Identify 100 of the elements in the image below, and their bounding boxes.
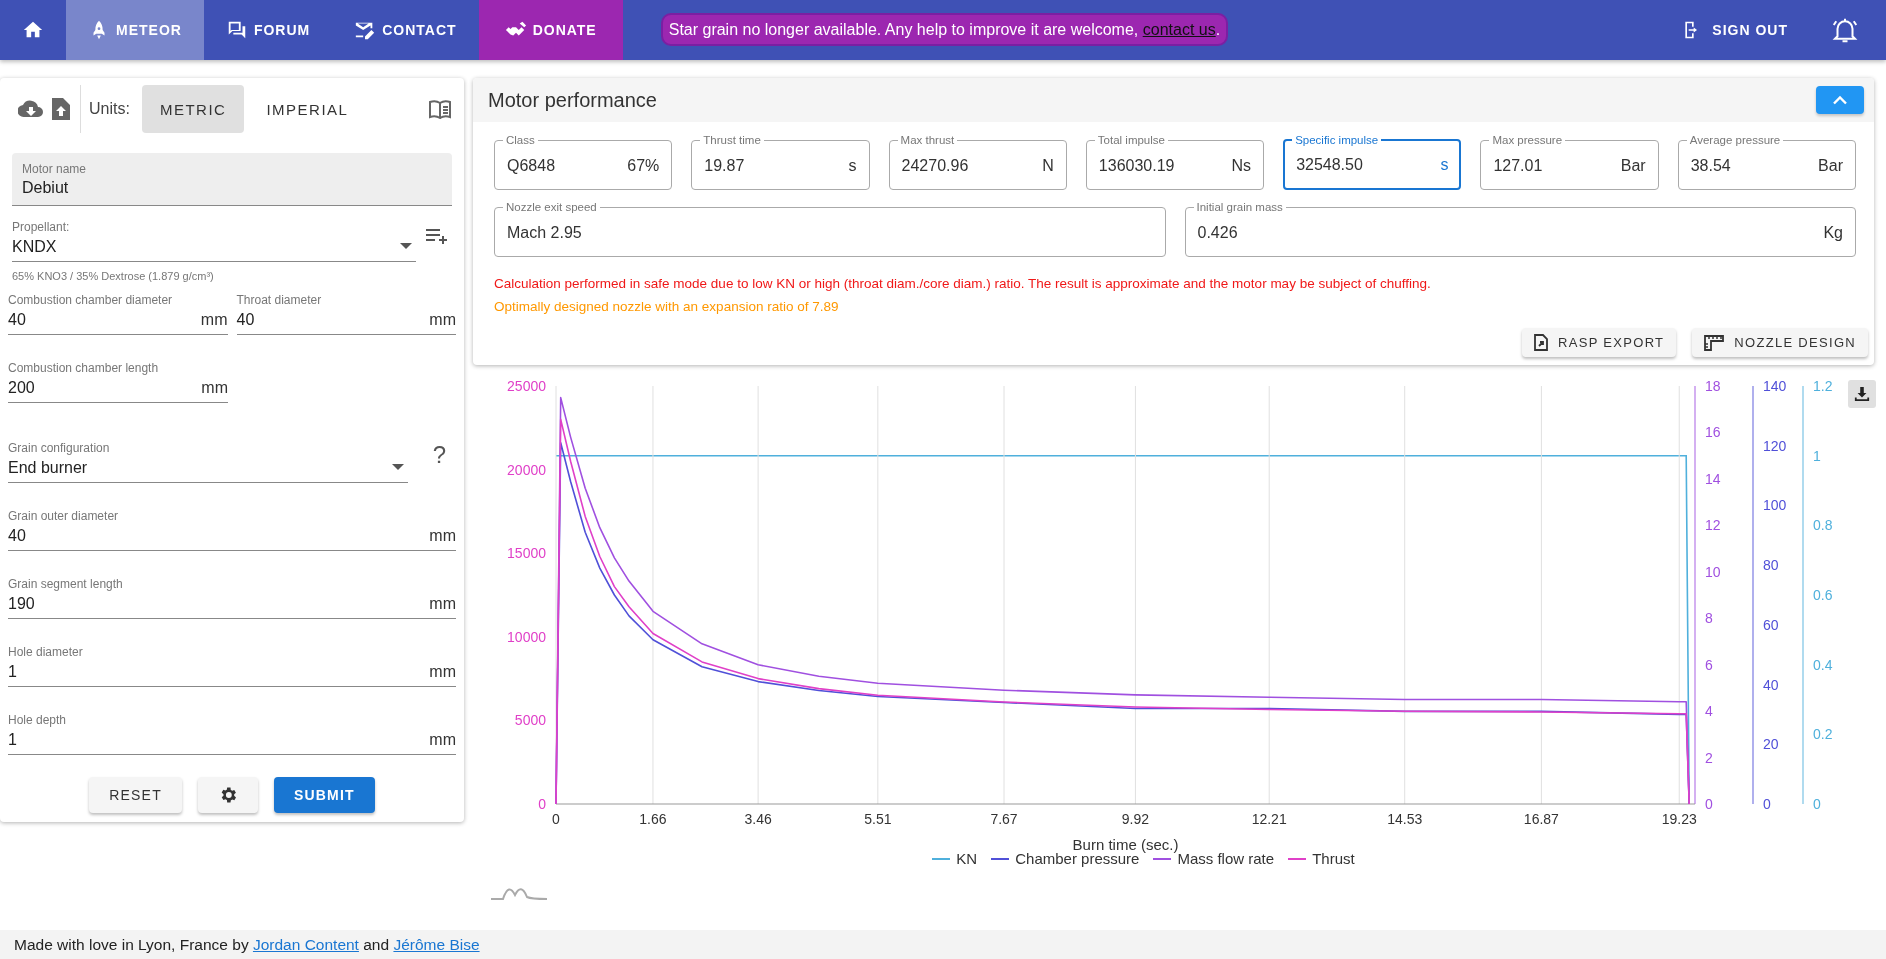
stat-field[interactable]: Average pressure 38.54 Bar <box>1677 134 1856 190</box>
field-value: 136030.19 <box>1098 156 1175 175</box>
help-mark[interactable]: ? <box>432 441 446 473</box>
ruler-icon <box>1704 334 1725 351</box>
field-unit: Bar <box>1620 156 1646 175</box>
x-tick-label: 16.87 <box>1523 811 1559 827</box>
settings-button[interactable] <box>197 777 258 813</box>
submit-button[interactable]: SUBMIT <box>273 777 375 813</box>
dropdown-caret-icon <box>400 243 412 249</box>
stat-field[interactable]: Thrust time 19.87 s <box>691 134 870 190</box>
nav-tab[interactable]: DONATE <box>478 0 623 60</box>
field-label: Combustion chamber length <box>8 361 160 375</box>
nozzle-button[interactable]: NOZZLE DESIGN <box>1692 328 1868 357</box>
x-tick-label: 19.23 <box>1661 811 1697 827</box>
sign-out-button[interactable]: SIGN OUT <box>1662 0 1808 60</box>
x-tick-label: 5.51 <box>864 811 892 827</box>
propellant-select[interactable]: Propellant: KNDX <box>12 220 416 262</box>
y-tick-label: 8 <box>1705 610 1713 627</box>
warning-message: Optimally designed nozzle with an expansion ratio of 7.89 <box>494 299 840 314</box>
y-tick-label: 12 <box>1705 517 1721 534</box>
units-label: Units: <box>89 100 130 118</box>
nav-tab[interactable]: FORUM <box>203 0 333 60</box>
author-link[interactable]: Jordan Content <box>252 935 359 953</box>
number-field[interactable]: 40 mm <box>8 311 228 335</box>
field-label: Hole depth <box>8 713 68 727</box>
y-tick-label: 10000 <box>507 628 546 645</box>
field-label: Combustion chamber diameter <box>8 293 174 307</box>
stat-field[interactable]: Class Q6848 67% <box>494 134 673 190</box>
propellant-hint: 65% KNO3 / 35% Dextrose (1.879 g/cm³) <box>12 270 215 282</box>
export-button[interactable]: RASP EXPORT <box>1522 328 1677 357</box>
reset-button[interactable]: RESET <box>89 777 182 813</box>
number-field[interactable]: 200 mm <box>8 379 228 403</box>
y-tick-label: 14 <box>1705 470 1721 487</box>
field-label: Thrust time <box>702 134 762 146</box>
number-field[interactable]: 40 mm <box>8 527 456 551</box>
legend-label: Chamber pressure <box>1015 850 1140 867</box>
y-tick-label: 20000 <box>507 461 546 478</box>
stat-field[interactable]: Nozzle exit speed Mach 2.95 <box>494 201 1166 257</box>
y-tick-label: 4 <box>1705 703 1713 720</box>
field-label: Grain outer diameter <box>8 509 120 523</box>
number-field[interactable]: 1 mm <box>8 731 456 755</box>
download-icon <box>1854 385 1870 403</box>
field-unit: Bar <box>1818 156 1843 175</box>
field-unit: Ns <box>1231 156 1252 175</box>
dropdown-caret-icon <box>391 464 404 470</box>
y-tick-label: 0 <box>1813 796 1821 812</box>
field-label: Average pressure <box>1688 134 1782 146</box>
field-value: 0.426 <box>1197 223 1238 242</box>
stat-field[interactable]: Specific impulse 32548.50 s <box>1283 134 1462 190</box>
y-tick-label: 18 <box>1705 378 1721 394</box>
x-tick-label: 7.67 <box>990 811 1018 827</box>
field-label: Hole diameter <box>8 645 84 659</box>
stat-field[interactable]: Max pressure 127.01 Bar <box>1480 134 1659 190</box>
number-field[interactable]: 1 mm <box>8 663 456 687</box>
field-value: 127.01 <box>1493 156 1543 175</box>
field-unit: 67% <box>627 156 660 175</box>
grain-select[interactable]: Grain configuration End burner <box>8 441 408 483</box>
y-tick-label: 25000 <box>507 378 546 394</box>
legend-label: KN <box>956 850 978 867</box>
y-tick-label: 60 <box>1763 616 1779 633</box>
number-field[interactable]: 190 mm <box>8 595 456 619</box>
download-button[interactable] <box>1848 380 1876 408</box>
y-tick-label: 0.2 <box>1813 726 1833 743</box>
author-link[interactable]: Jérôme Bise <box>393 935 480 953</box>
motor-name-field[interactable]: Motor name Debiut <box>12 153 452 206</box>
field-unit: N <box>1042 156 1054 175</box>
unit-toggle[interactable]: METRIC <box>141 85 245 133</box>
y-tick-label: 1 <box>1813 447 1821 464</box>
y-tick-label: 1.2 <box>1813 378 1833 394</box>
y-tick-label: 15000 <box>507 545 546 562</box>
field-label: Grain configuration <box>8 441 110 455</box>
field-value: 19.87 <box>704 156 745 175</box>
legend-label: Mass flow rate <box>1177 850 1275 867</box>
y-tick-label: 2 <box>1705 749 1713 766</box>
field-value: Debiut <box>22 179 70 197</box>
stat-field[interactable]: Initial grain mass 0.426 Kg <box>1184 201 1856 257</box>
stat-field[interactable]: Total impulse 136030.19 Ns <box>1085 134 1265 190</box>
field-label: Total impulse <box>1096 134 1166 146</box>
field-value: 24270.96 <box>901 156 969 175</box>
field-label: Specific impulse <box>1294 134 1380 146</box>
nav-tab[interactable]: CONTACT <box>332 0 479 60</box>
field-value: End burner <box>8 459 88 477</box>
footer-credit: Made with love in Lyon, France by Jordan Content and Jérôme Bise <box>14 935 480 954</box>
x-tick-label: 14.53 <box>1387 811 1423 827</box>
error-message: Calculation performed in safe mode due to low KN or high (throat diam./core diam.) ratio. The result is approximate and the motor may be subject of chuffing. <box>494 276 1432 291</box>
field-label: Grain segment length <box>8 577 124 591</box>
unit-toggle[interactable]: IMPERIAL <box>248 85 367 133</box>
y-tick-label: 6 <box>1705 656 1713 673</box>
field-unit: s <box>1440 156 1449 174</box>
field-unit: Kg <box>1823 223 1843 242</box>
y-tick-label: 120 <box>1763 437 1787 454</box>
x-tick-label: 9.92 <box>1121 811 1150 827</box>
field-label: Class <box>505 134 536 146</box>
y-tick-label: 10 <box>1705 563 1721 580</box>
stat-field[interactable]: Max thrust 24270.96 N <box>888 134 1067 190</box>
field-label: Max thrust <box>899 134 956 146</box>
legend-label: Thrust <box>1312 850 1355 867</box>
field-value: Mach 2.95 <box>507 223 582 242</box>
number-field[interactable]: 40 mm <box>236 311 456 335</box>
file-export-icon <box>1534 334 1549 351</box>
